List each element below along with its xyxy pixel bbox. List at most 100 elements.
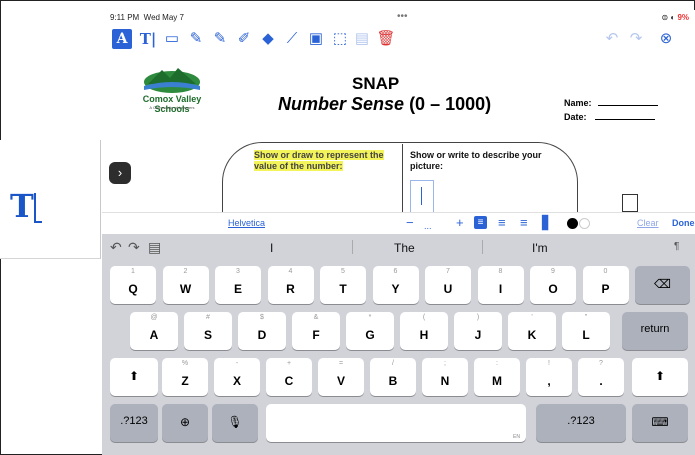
key-y[interactable]: 6Y: [372, 266, 419, 304]
key-label: X: [232, 374, 241, 388]
key-d[interactable]: $ D: [238, 312, 286, 350]
suggestion-1[interactable]: I: [270, 241, 273, 255]
shift-left-key[interactable]: ⬆: [110, 358, 158, 396]
hide-keyboard-key[interactable]: ⌨: [632, 404, 688, 442]
key-alt-label: &: [313, 314, 319, 321]
key-o[interactable]: 9O: [530, 266, 576, 304]
eraser-tool-icon[interactable]: ◆: [258, 29, 278, 49]
size-indicator: ...: [424, 221, 432, 231]
numbers-key-right[interactable]: .?123: [536, 404, 626, 442]
key-period[interactable]: ?.: [578, 358, 624, 396]
text-input-box[interactable]: [410, 180, 434, 214]
text-color-swatch[interactable]: [567, 218, 578, 229]
key-label: V: [336, 374, 345, 388]
decrease-size-button[interactable]: −: [406, 216, 414, 230]
font-selector[interactable]: Helvetica: [228, 218, 265, 228]
key-label: .: [599, 374, 603, 388]
comment-tool-icon[interactable]: ▭: [162, 29, 182, 49]
paste-icon[interactable]: ▤: [148, 239, 161, 256]
numbers-key-left[interactable]: .?123: [110, 404, 158, 442]
worksheet-document[interactable]: Comox Valley Schools A Community of Lear…: [102, 54, 695, 223]
suggestion-3[interactable]: I'm: [532, 241, 548, 255]
align-right-button[interactable]: ≡: [520, 216, 528, 230]
image-tool-icon[interactable]: ▣: [306, 29, 326, 49]
name-field[interactable]: Name:: [564, 98, 658, 108]
text-caret-zoom: [34, 193, 42, 223]
small-box: [622, 194, 638, 212]
key-h[interactable]: (H: [400, 312, 448, 350]
done-button[interactable]: Done: [672, 218, 695, 228]
key-k[interactable]: ' K: [508, 312, 556, 350]
key-t[interactable]: 5T: [320, 266, 366, 304]
trash-icon[interactable]: 🗑: [376, 29, 396, 49]
key-alt-label: (: [422, 314, 426, 321]
key-alt-label: +: [286, 360, 292, 367]
status-right: ⊜ ◐ 9%: [661, 13, 689, 22]
clear-button[interactable]: Clear: [637, 218, 659, 228]
worksheet-subtitle: Number Sense (0 – 1000): [278, 94, 492, 114]
key-comma[interactable]: !,: [526, 358, 572, 396]
highlighter-tool-icon[interactable]: ✐: [234, 29, 254, 49]
key-alt-label: :: [496, 360, 498, 367]
microphone-key[interactable]: 🎙: [212, 404, 258, 442]
line-tool-icon[interactable]: ⟋: [282, 29, 302, 49]
logo-tagline: A Community of Learners: [149, 105, 195, 110]
text-cursor-tool-icon[interactable]: T|: [138, 29, 158, 49]
fill-color-button[interactable]: ▋: [542, 216, 552, 230]
key-e[interactable]: 3E: [215, 266, 261, 304]
key-u[interactable]: 7U: [425, 266, 471, 304]
key-m[interactable]: :M: [474, 358, 520, 396]
align-center-button[interactable]: ≡: [498, 216, 506, 230]
globe-key[interactable]: ⊕: [162, 404, 208, 442]
key-q[interactable]: 1Q: [110, 266, 156, 304]
increase-size-button[interactable]: +: [456, 216, 464, 230]
key-v[interactable]: = V: [318, 358, 364, 396]
shape-tool-icon[interactable]: ▤: [352, 29, 372, 49]
backspace-key[interactable]: ⌫: [635, 266, 690, 304]
key-l[interactable]: " L: [562, 312, 610, 350]
key-c[interactable]: + C: [266, 358, 312, 396]
text-box-tool-icon[interactable]: A: [112, 29, 132, 49]
redo-icon[interactable]: ↷: [626, 29, 646, 49]
key-g[interactable]: * G: [346, 312, 394, 350]
key-p[interactable]: 0P: [582, 266, 629, 304]
suggestion-2[interactable]: The: [394, 241, 415, 255]
suggestion-divider: [482, 240, 483, 254]
key-label: Q: [128, 282, 138, 296]
pen-tool-icon[interactable]: ✎: [186, 29, 206, 49]
key-label: ⌨: [651, 415, 669, 429]
key-b[interactable]: / B: [370, 358, 416, 396]
key-x[interactable]: -X: [214, 358, 260, 396]
undo-icon[interactable]: ↶: [602, 29, 622, 49]
key-label: Z: [181, 374, 189, 388]
multitask-dots[interactable]: •••: [397, 11, 408, 22]
key-f[interactable]: & F: [292, 312, 340, 350]
key-n[interactable]: ; N: [422, 358, 468, 396]
pencil-tool-icon[interactable]: ✎: [210, 29, 230, 49]
redo-icon[interactable]: ↷: [128, 239, 140, 256]
no-fill-swatch[interactable]: [579, 218, 590, 229]
key-z[interactable]: % Z: [162, 358, 208, 396]
return-key[interactable]: return: [622, 312, 688, 350]
key-s[interactable]: # S: [184, 312, 232, 350]
date-field[interactable]: Date:: [564, 112, 655, 122]
key-label: ⬆: [128, 369, 140, 383]
key-alt-label: -: [235, 360, 239, 367]
key-a[interactable]: @ A: [130, 312, 178, 350]
onscreen-keyboard: ↶ ↷ ▤ I The I'm ¶ 1 Q 2 W 3 E 4 R 5 T 6 Y 7 U 8 I 9 O 0 P ⌫ @…: [102, 234, 695, 455]
align-left-button[interactable]: ≡: [474, 216, 487, 229]
key-alt-label: ": [584, 314, 588, 321]
expand-sidebar-button[interactable]: ›: [109, 162, 131, 184]
format-icon[interactable]: ¶: [674, 241, 679, 252]
key-i[interactable]: 8I: [477, 266, 524, 304]
undo-icon[interactable]: ↶: [110, 239, 122, 256]
key-label: ⬆: [654, 369, 666, 383]
shift-right-key[interactable]: ⬆: [632, 358, 688, 396]
close-icon[interactable]: ⊗: [656, 29, 676, 49]
key-j[interactable]: ) J: [454, 312, 502, 350]
select-tool-icon[interactable]: ⬚: [330, 29, 350, 49]
key-w[interactable]: 2W: [162, 266, 209, 304]
key-r[interactable]: 4R: [267, 266, 314, 304]
space-key[interactable]: EN: [266, 404, 526, 442]
key-alt-label: ?: [599, 360, 603, 367]
